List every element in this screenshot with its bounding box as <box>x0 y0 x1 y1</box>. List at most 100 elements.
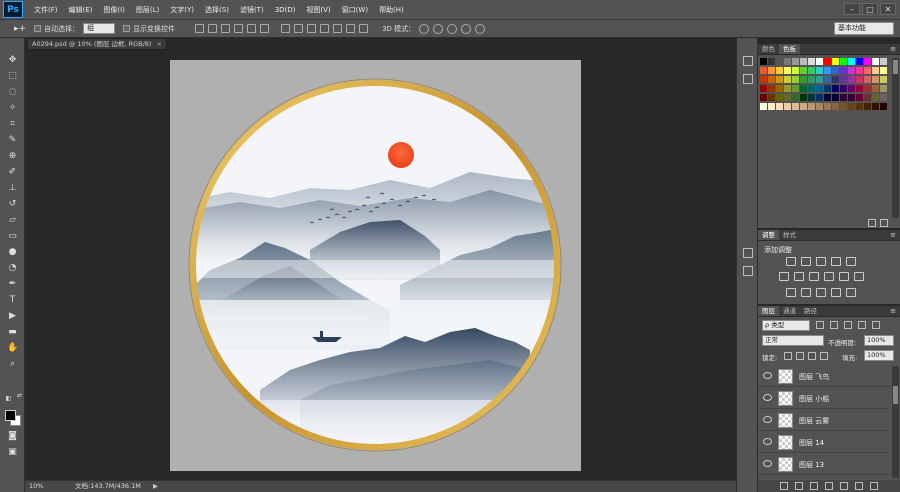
properties-panel-icon[interactable] <box>743 74 753 84</box>
distribute-bottom-icon[interactable] <box>307 24 317 33</box>
move-tool-preset-icon[interactable]: ▸+ <box>14 24 26 34</box>
document-tab[interactable]: A0294.psd @ 10% (图层 边框, RGB/8) × <box>27 38 167 50</box>
align-left-icon[interactable] <box>234 24 244 33</box>
3d-pan-icon[interactable] <box>447 23 458 34</box>
color-swatch[interactable] <box>832 94 839 101</box>
color-swatch[interactable] <box>800 94 807 101</box>
color-swatch[interactable] <box>792 58 799 65</box>
color-swatch[interactable] <box>784 85 791 92</box>
document-canvas[interactable] <box>170 60 581 471</box>
color-swatch[interactable] <box>864 94 871 101</box>
color-swatch[interactable] <box>768 67 775 74</box>
blend-mode-dropdown[interactable]: 正常 <box>762 335 824 346</box>
visibility-eye-icon[interactable] <box>763 460 772 467</box>
show-transform-checkbox[interactable] <box>123 25 131 32</box>
threshold-icon[interactable] <box>816 288 826 297</box>
color-swatch[interactable] <box>880 85 887 92</box>
distribute-top-icon[interactable] <box>281 24 291 33</box>
layers-scrollbar[interactable] <box>892 366 899 478</box>
color-swatch[interactable] <box>880 94 887 101</box>
color-swatch[interactable] <box>760 94 767 101</box>
color-swatch[interactable] <box>816 85 823 92</box>
color-swatch[interactable] <box>760 76 767 83</box>
lock-all-icon[interactable] <box>820 352 828 360</box>
color-swatch[interactable] <box>816 67 823 74</box>
color-swatch[interactable] <box>856 85 863 92</box>
color-swatch[interactable] <box>760 67 767 74</box>
color-swatch[interactable] <box>840 76 847 83</box>
auto-select-dropdown[interactable]: 组 <box>83 23 116 34</box>
color-swatch[interactable] <box>808 76 815 83</box>
color-swatch[interactable] <box>808 67 815 74</box>
menu-file[interactable]: 文件(F) <box>34 5 58 15</box>
visibility-eye-icon[interactable] <box>763 394 772 401</box>
align-vcenter-icon[interactable] <box>208 24 218 33</box>
color-swatch[interactable] <box>864 103 871 110</box>
curves-icon[interactable] <box>816 257 826 266</box>
panel-menu-icon[interactable]: ≡ <box>890 306 896 316</box>
shape-tool-icon[interactable]: ▬ <box>7 327 18 338</box>
color-swatch[interactable] <box>848 58 855 65</box>
brush-tool-icon[interactable]: ✐ <box>7 167 18 178</box>
color-swatch[interactable] <box>832 103 839 110</box>
color-swatch[interactable] <box>792 76 799 83</box>
color-swatch[interactable] <box>856 94 863 101</box>
layer-row[interactable]: 图层 小船 <box>758 388 890 409</box>
posterize-icon[interactable] <box>801 288 811 297</box>
color-swatch[interactable] <box>856 58 863 65</box>
color-swatch[interactable] <box>768 103 775 110</box>
gradient-tool-icon[interactable]: ▭ <box>7 231 18 242</box>
color-swatch[interactable] <box>824 94 831 101</box>
color-swatch[interactable] <box>808 103 815 110</box>
add-mask-icon[interactable] <box>810 482 818 490</box>
brightness-icon[interactable] <box>786 257 796 266</box>
actions-panel-icon[interactable] <box>743 248 753 258</box>
panel-menu-icon[interactable]: ≡ <box>890 44 896 54</box>
blur-tool-icon[interactable]: ● <box>7 247 18 258</box>
lock-position-icon[interactable] <box>808 352 816 360</box>
color-swatch[interactable] <box>800 85 807 92</box>
vibrance-icon[interactable] <box>846 257 856 266</box>
menu-layer[interactable]: 图层(L) <box>136 5 159 15</box>
visibility-eye-icon[interactable] <box>763 372 772 379</box>
tab-swatches[interactable]: 色板 <box>779 44 800 54</box>
color-swatch[interactable] <box>768 85 775 92</box>
new-adjustment-layer-icon[interactable] <box>825 482 833 490</box>
status-menu-arrow-icon[interactable]: ▶ <box>153 481 158 492</box>
distribute-left-icon[interactable] <box>320 24 330 33</box>
filter-shape-icon[interactable] <box>858 321 866 329</box>
color-swatch[interactable] <box>856 67 863 74</box>
eraser-tool-icon[interactable]: ▱ <box>7 215 18 226</box>
clone-stamp-tool-icon[interactable]: ⊥ <box>7 183 18 194</box>
color-swatch[interactable] <box>872 94 879 101</box>
tab-adjustments[interactable]: 调整 <box>758 230 779 240</box>
color-swatch[interactable] <box>872 67 879 74</box>
3d-scale-icon[interactable] <box>475 23 486 34</box>
color-swatch[interactable] <box>872 85 879 92</box>
delete-layer-icon[interactable] <box>870 482 878 490</box>
color-swatch[interactable] <box>792 94 799 101</box>
color-swatch[interactable] <box>832 85 839 92</box>
move-tool-icon[interactable]: ✥ <box>7 55 18 66</box>
color-swatch[interactable] <box>792 67 799 74</box>
color-swatch[interactable] <box>792 103 799 110</box>
distribute-vcenter-icon[interactable] <box>294 24 304 33</box>
color-swatch[interactable] <box>784 67 791 74</box>
filter-type-icon[interactable] <box>844 321 852 329</box>
color-swatch[interactable] <box>760 103 767 110</box>
color-swatch[interactable] <box>768 76 775 83</box>
color-swatch[interactable] <box>880 67 887 74</box>
color-swatch[interactable] <box>808 85 815 92</box>
color-swatch[interactable] <box>880 58 887 65</box>
tab-styles[interactable]: 样式 <box>779 230 800 240</box>
info-panel-icon[interactable] <box>743 266 753 276</box>
color-swatch[interactable] <box>856 103 863 110</box>
color-lookup-icon[interactable] <box>854 272 864 281</box>
3d-rotate-icon[interactable] <box>419 23 430 34</box>
color-swatch[interactable] <box>824 103 831 110</box>
history-panel-icon[interactable] <box>743 56 753 66</box>
filter-adjustment-icon[interactable] <box>830 321 838 329</box>
color-swatch[interactable] <box>800 103 807 110</box>
screen-mode-icon[interactable]: ▣ <box>7 447 18 458</box>
magic-wand-tool-icon[interactable]: ✧ <box>7 103 18 114</box>
